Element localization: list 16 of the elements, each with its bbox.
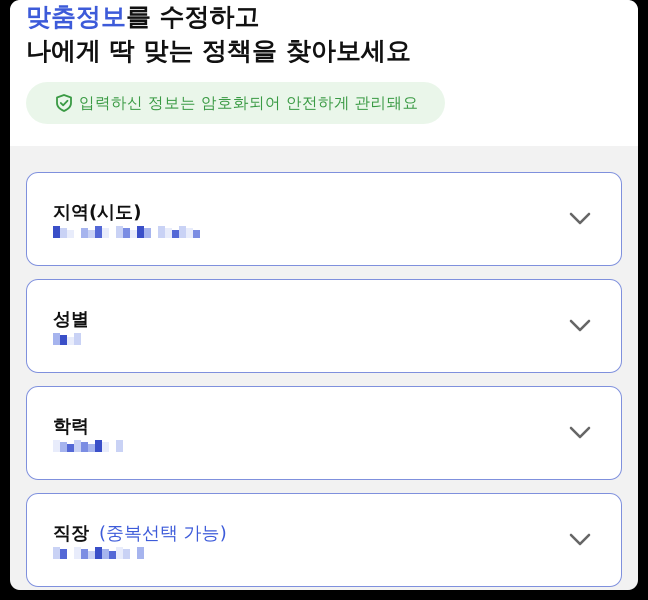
dropdown-field[interactable]: 지역(시도) xyxy=(26,172,622,266)
chevron-down-icon xyxy=(569,212,591,226)
field-label: 지역(시도) xyxy=(53,201,142,224)
chevron-down-icon xyxy=(569,426,591,440)
dropdown-field[interactable]: 성별 xyxy=(26,279,622,373)
field-label: 학력 xyxy=(53,415,89,438)
shield-check-icon xyxy=(54,93,74,113)
chevron-down-icon xyxy=(569,533,591,547)
multi-select-note: (중복선택 가능) xyxy=(99,522,227,545)
security-notice: 입력하신 정보는 암호화되어 안전하게 관리돼요 xyxy=(26,82,445,124)
chevron-down-icon xyxy=(569,319,591,333)
field-label: 성별 xyxy=(53,308,89,331)
dropdown-field[interactable]: 학력 xyxy=(26,386,622,480)
dropdown-field[interactable]: 직장 (중복선택 가능) xyxy=(26,493,622,587)
page-title: 맞춤정보를 수정하고 나에게 딱 맞는 정책을 찾아보세요 xyxy=(26,1,411,67)
field-label: 직장 xyxy=(53,522,89,545)
